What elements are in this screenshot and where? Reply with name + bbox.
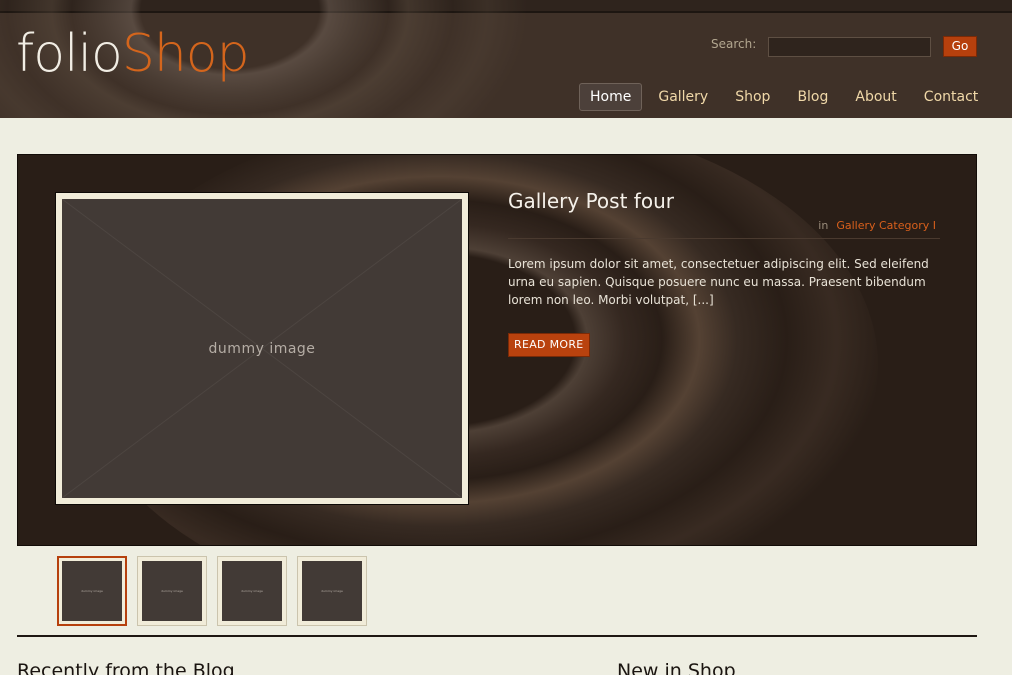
- post-category-link[interactable]: Gallery Category I: [836, 219, 936, 232]
- search-go-button[interactable]: Go: [943, 36, 977, 57]
- nav-item-home[interactable]: Home: [579, 83, 643, 111]
- nav-item-contact[interactable]: Contact: [913, 83, 989, 111]
- thumbnail-image: dummy image: [222, 561, 282, 621]
- site-logo[interactable]: folioShop: [16, 22, 250, 86]
- main-nav: Home Gallery Shop Blog About Contact: [579, 83, 994, 111]
- featured-slider: dummy image Gallery Post four in Gallery …: [17, 154, 977, 546]
- logo-text-part1: folio: [16, 24, 123, 84]
- logo-text-part2: Shop: [121, 24, 250, 84]
- post-meta: in Gallery Category I: [508, 219, 940, 239]
- thumbnail-2[interactable]: dummy image: [137, 556, 207, 626]
- shop-section-heading: New in Shop: [617, 660, 736, 675]
- post-excerpt: Lorem ipsum dolor sit amet, consectetuer…: [508, 257, 929, 307]
- thumbnail-image: dummy image: [142, 561, 202, 621]
- thumbnail-image: dummy image: [302, 561, 362, 621]
- thumbnail-label: dummy image: [161, 589, 183, 593]
- section-divider: [17, 635, 977, 637]
- featured-image-placeholder-text: dummy image: [208, 340, 316, 357]
- thumbnail-3[interactable]: dummy image: [217, 556, 287, 626]
- featured-image[interactable]: dummy image: [62, 199, 462, 498]
- nav-item-shop[interactable]: Shop: [724, 83, 781, 111]
- thumbnail-label: dummy image: [321, 589, 343, 593]
- thumbnail-label: dummy image: [241, 589, 263, 593]
- post-title[interactable]: Gallery Post four: [508, 189, 674, 213]
- post-meta-in: in: [818, 219, 829, 232]
- nav-item-about[interactable]: About: [844, 83, 907, 111]
- search-input[interactable]: [768, 37, 931, 57]
- blog-section-heading: Recently from the Blog: [17, 660, 235, 675]
- search-label: Search:: [711, 37, 757, 51]
- nav-item-gallery[interactable]: Gallery: [647, 83, 719, 111]
- featured-image-frame[interactable]: dummy image: [55, 192, 469, 505]
- thumbnail-image: dummy image: [62, 561, 122, 621]
- thumbnail-1[interactable]: dummy image: [57, 556, 127, 626]
- slider-thumbnails: dummy image dummy image dummy image dumm…: [57, 556, 377, 626]
- thumbnail-4[interactable]: dummy image: [297, 556, 367, 626]
- site-header: folioShop Search: Go Home Gallery Shop B…: [0, 0, 1012, 118]
- read-more-button[interactable]: READ MORE: [508, 333, 590, 357]
- nav-item-blog[interactable]: Blog: [786, 83, 839, 111]
- thumbnail-label: dummy image: [81, 589, 103, 593]
